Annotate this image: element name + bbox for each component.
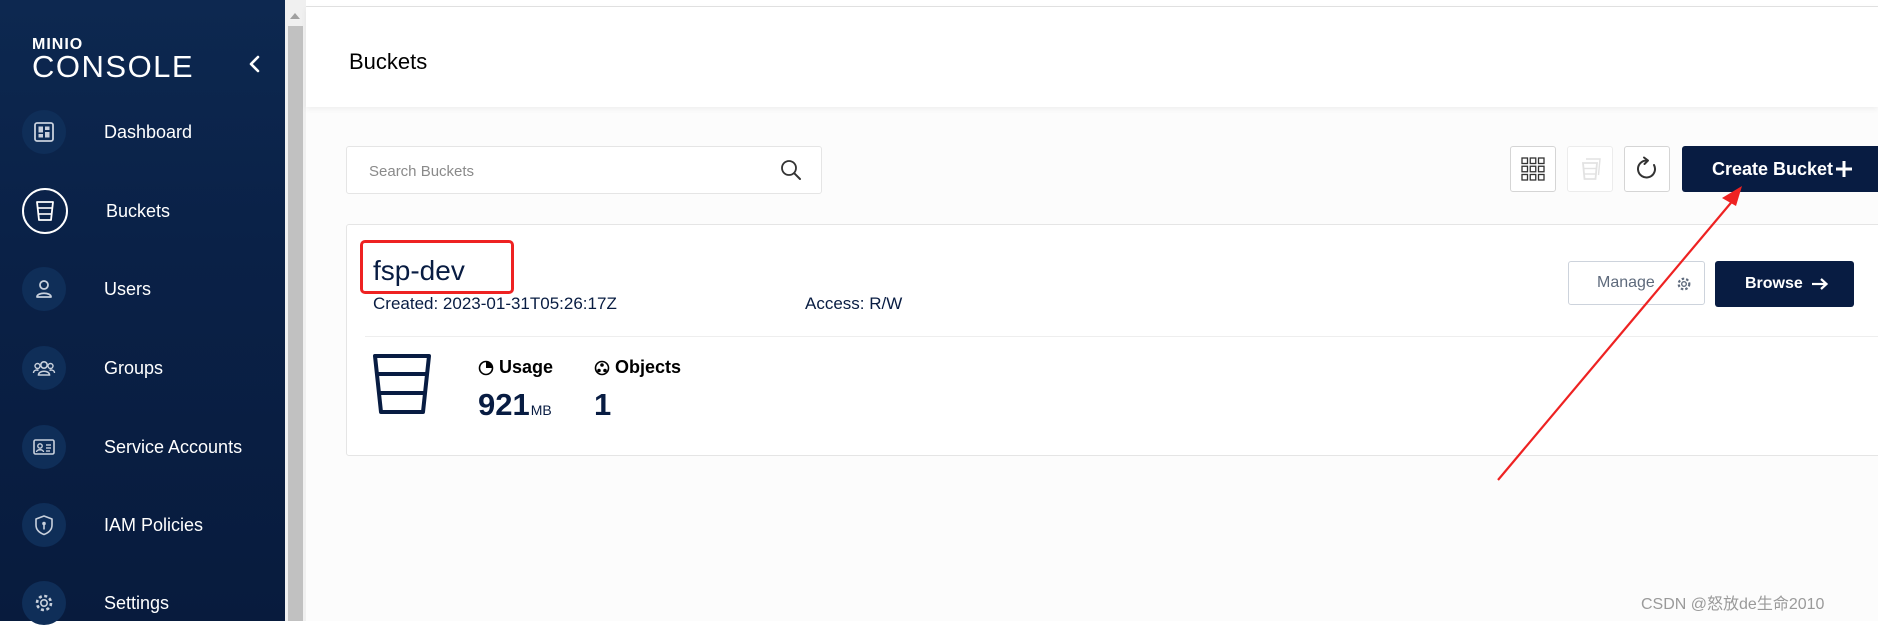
sidebar-item-settings[interactable]: Settings [22, 580, 272, 626]
bulk-delete-button[interactable] [1567, 146, 1613, 192]
plus-icon [1836, 161, 1852, 177]
refresh-icon [1637, 156, 1656, 179]
page-title: Buckets [349, 49, 428, 74]
vertical-scrollbar[interactable] [285, 0, 306, 621]
objects-icon [594, 360, 610, 375]
grid-icon [1521, 157, 1545, 181]
gear-icon [1677, 277, 1691, 291]
sidebar: MINIO CONSOLE Dashboard Buckets Users Gr… [0, 0, 285, 625]
arrow-right-icon [1812, 278, 1829, 290]
sidebar-item-label: Users [104, 278, 152, 299]
browse-label: Browse [1745, 275, 1803, 292]
bucket-created-date: Created: 2023-01-31T05:26:17Z [373, 294, 617, 313]
minio-console-logo[interactable]: MINIO CONSOLE [32, 37, 195, 84]
create-bucket-button[interactable]: Create Bucket [1682, 146, 1878, 192]
sidebar-item-label: Service Accounts [104, 436, 243, 457]
search-icon[interactable] [780, 159, 802, 186]
card-divider [365, 336, 1878, 337]
watermark-text: CSDN @怒放de生命2010 [1641, 596, 1825, 613]
sidebar-item-label: Groups [104, 357, 164, 378]
collapse-sidebar-icon[interactable] [245, 54, 265, 74]
usage-unit: MB [530, 402, 552, 418]
pie-chart-icon [478, 360, 494, 375]
sidebar-item-dashboard[interactable]: Dashboard [22, 109, 272, 155]
shield-icon [22, 503, 66, 547]
objects-label: Objects [594, 357, 681, 378]
bucket-icon [373, 354, 431, 414]
manage-button[interactable]: Manage [1568, 261, 1705, 305]
multi-bucket-icon [1582, 158, 1601, 180]
sidebar-item-iam-policies[interactable]: IAM Policies [22, 502, 272, 548]
service-accounts-icon [22, 425, 66, 469]
sidebar-item-service-accounts[interactable]: Service Accounts [22, 424, 272, 470]
usage-value: 921MB [478, 387, 552, 423]
search-input[interactable] [367, 160, 771, 182]
sidebar-item-label: Settings [104, 592, 170, 613]
sidebar-item-users[interactable]: Users [22, 266, 272, 312]
highlight-box-annotation [360, 240, 514, 294]
grid-view-button[interactable] [1510, 146, 1556, 192]
manage-label: Manage [1597, 274, 1655, 291]
page-header: Buckets [306, 7, 1878, 107]
usage-number: 921 [478, 387, 530, 422]
user-icon [22, 267, 66, 311]
bucket-access: Access: R/W [805, 294, 903, 313]
bucket-icon [22, 188, 68, 234]
usage-label-text: Usage [499, 357, 554, 377]
browse-button[interactable]: Browse [1715, 261, 1854, 307]
create-bucket-label: Create Bucket [1712, 158, 1834, 179]
sidebar-item-label: IAM Policies [104, 514, 204, 535]
sidebar-item-buckets[interactable]: Buckets [22, 188, 272, 234]
scroll-thumb[interactable] [288, 26, 303, 621]
search-bar[interactable] [346, 146, 822, 194]
dashboard-icon [22, 110, 66, 154]
objects-value: 1 [594, 387, 612, 422]
scroll-up-arrow-icon[interactable] [290, 13, 300, 19]
usage-label: Usage [478, 357, 553, 378]
groups-icon [22, 346, 66, 390]
sidebar-item-groups[interactable]: Groups [22, 345, 272, 391]
gear-icon [22, 581, 66, 625]
sidebar-item-label: Dashboard [104, 121, 193, 142]
bucket-card[interactable]: fsp-dev Created: 2023-01-31T05:26:17Z Ac… [346, 224, 1878, 456]
objects-label-text: Objects [615, 357, 682, 377]
sidebar-item-label: Buckets [106, 200, 171, 221]
refresh-button[interactable] [1624, 146, 1670, 192]
logo-console-text: CONSOLE [32, 49, 195, 84]
